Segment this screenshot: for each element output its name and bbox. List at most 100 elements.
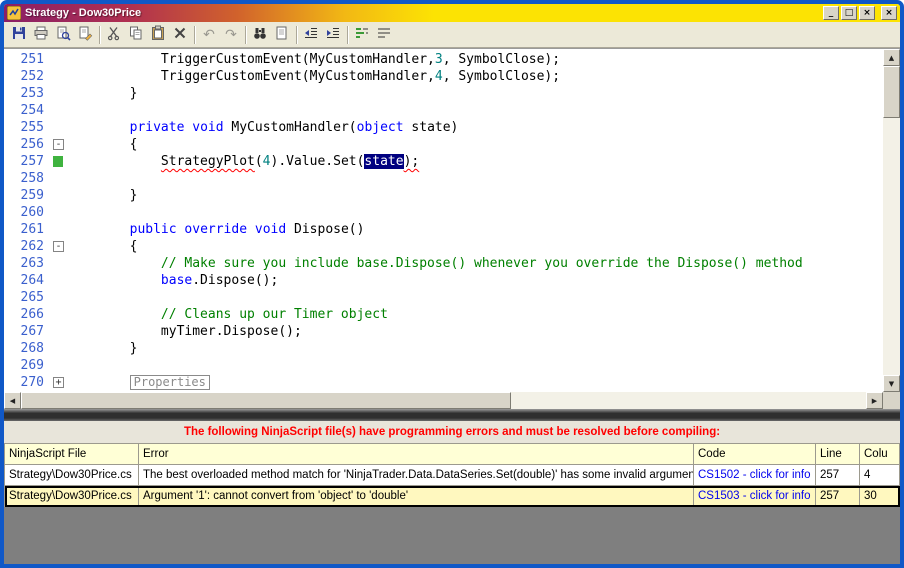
fold-margin <box>52 255 67 272</box>
redo-icon: ↷ <box>225 26 237 43</box>
redo-button[interactable]: ↷ <box>220 24 242 46</box>
splitter[interactable] <box>4 409 900 421</box>
column-header[interactable]: NinjaScript File <box>4 443 139 465</box>
close-button[interactable]: × <box>859 6 875 20</box>
code-line: 252 TriggerCustomEvent(MyCustomHandler,4… <box>4 68 883 85</box>
window-title: Strategy - Dow30Price <box>25 7 142 19</box>
code-text[interactable]: } <box>67 85 883 102</box>
code-text[interactable]: base.Dispose(); <box>67 272 883 289</box>
column-header[interactable]: Line <box>815 443 860 465</box>
undo-icon: ↶ <box>203 26 215 43</box>
toolbar: ↶ ↷ <box>4 22 900 48</box>
code-line: 265 <box>4 289 883 306</box>
uncomment-selection-button[interactable] <box>373 24 395 46</box>
printer-icon <box>33 25 49 44</box>
code-text[interactable]: private void MyCustomHandler(object stat… <box>67 119 883 136</box>
code-text[interactable] <box>67 102 883 119</box>
bottom-filler <box>4 507 900 564</box>
code-text[interactable]: public override void Dispose() <box>67 221 883 238</box>
code-text[interactable]: { <box>67 136 883 153</box>
print-preview-button[interactable] <box>52 24 74 46</box>
close-window-button[interactable]: × <box>881 6 897 20</box>
error-message-cell: Argument '1': cannot convert from 'objec… <box>138 485 694 507</box>
code-text[interactable]: myTimer.Dispose(); <box>67 323 883 340</box>
code-text[interactable]: // Make sure you include base.Dispose() … <box>67 255 883 272</box>
collapse-icon[interactable]: - <box>53 241 64 252</box>
horizontal-scroll-thumb[interactable] <box>21 392 512 409</box>
code-text[interactable] <box>67 357 883 374</box>
maximize-button[interactable]: □ <box>841 6 857 20</box>
indent-decrease-button[interactable] <box>300 24 322 46</box>
fold-margin <box>52 51 67 68</box>
error-column-cell: 30 <box>859 485 900 507</box>
code-area[interactable]: 251 TriggerCustomEvent(MyCustomHandler,3… <box>4 49 883 392</box>
toolbar-separator <box>347 25 348 44</box>
indent_inc-icon <box>325 25 341 44</box>
indent-increase-button[interactable] <box>322 24 344 46</box>
save-button[interactable] <box>8 24 30 46</box>
find-button[interactable] <box>249 24 271 46</box>
code-text[interactable] <box>67 289 883 306</box>
delete-button[interactable] <box>169 24 191 46</box>
code-line: 255 private void MyCustomHandler(object … <box>4 119 883 136</box>
print-button[interactable] <box>30 24 52 46</box>
code-line: 268 } <box>4 340 883 357</box>
titlebar[interactable]: Strategy - Dow30Price _ □ × × <box>4 4 900 22</box>
bookmarks-button[interactable] <box>271 24 293 46</box>
horizontal-scrollbar[interactable]: ◀ ▶ <box>4 392 883 409</box>
code-line: 253 } <box>4 85 883 102</box>
fold-margin: + <box>52 374 67 391</box>
collapse-icon[interactable]: - <box>53 139 64 150</box>
fold-margin <box>52 68 67 85</box>
vertical-scroll-track[interactable] <box>883 66 900 375</box>
undo-button[interactable]: ↶ <box>198 24 220 46</box>
copy-button[interactable] <box>125 24 147 46</box>
expand-icon[interactable]: + <box>53 377 64 388</box>
error-row[interactable]: Strategy\Dow30Price.cs The best overloade… <box>4 464 900 486</box>
horizontal-scroll-track[interactable] <box>21 392 866 409</box>
code-line: 269 <box>4 357 883 374</box>
line-number: 252 <box>20 69 44 84</box>
code-text[interactable] <box>67 204 883 221</box>
properties-button[interactable] <box>74 24 96 46</box>
error-code-link[interactable]: CS1502 - click for info <box>693 464 816 486</box>
scroll-right-button[interactable]: ▶ <box>866 392 883 409</box>
paste-button[interactable] <box>147 24 169 46</box>
code-text[interactable]: } <box>67 340 883 357</box>
vertical-scroll-thumb[interactable] <box>883 66 900 118</box>
fold-margin: - <box>52 238 67 255</box>
code-line: 251 TriggerCustomEvent(MyCustomHandler,3… <box>4 51 883 68</box>
line-number: 256 <box>20 137 44 152</box>
code-text[interactable]: } <box>67 187 883 204</box>
toolbar-separator <box>296 25 297 44</box>
column-header[interactable]: Error <box>138 443 694 465</box>
error-row[interactable]: Strategy\Dow30Price.cs Argument '1': cann… <box>4 485 900 507</box>
minimize-button[interactable]: _ <box>823 6 839 20</box>
comment-selection-button[interactable] <box>351 24 373 46</box>
page_star-icon <box>274 25 290 44</box>
code-text[interactable]: { <box>67 238 883 255</box>
column-header[interactable]: Code <box>693 443 816 465</box>
code-text[interactable] <box>67 170 883 187</box>
vertical-scrollbar[interactable]: ▲ ▼ <box>883 49 900 392</box>
left-arrow-icon: ◀ <box>9 396 16 405</box>
error-code-link[interactable]: CS1503 - click for info <box>693 485 816 507</box>
code-text[interactable]: TriggerCustomEvent(MyCustomHandler,4, Sy… <box>67 68 883 85</box>
code-text[interactable]: Properties <box>67 374 883 391</box>
toolbar-separator <box>194 25 195 44</box>
code-text[interactable]: TriggerCustomEvent(MyCustomHandler,3, Sy… <box>67 51 883 68</box>
line-number: 258 <box>20 171 44 186</box>
scroll-left-button[interactable]: ◀ <box>4 392 21 409</box>
cut-button[interactable] <box>103 24 125 46</box>
column-header[interactable]: Colu <box>859 443 900 465</box>
code-text[interactable]: // Cleans up our Timer object <box>67 306 883 323</box>
code-text[interactable]: StrategyPlot(4).Value.Set(state); <box>67 153 883 170</box>
fold-margin: - <box>52 136 67 153</box>
delete_x-icon <box>172 25 188 44</box>
fold-margin <box>52 85 67 102</box>
code-line: 262- { <box>4 238 883 255</box>
line-number: 263 <box>20 256 44 271</box>
change-indicator <box>53 156 63 167</box>
scroll-down-button[interactable]: ▼ <box>883 375 900 392</box>
scroll-up-button[interactable]: ▲ <box>883 49 900 66</box>
